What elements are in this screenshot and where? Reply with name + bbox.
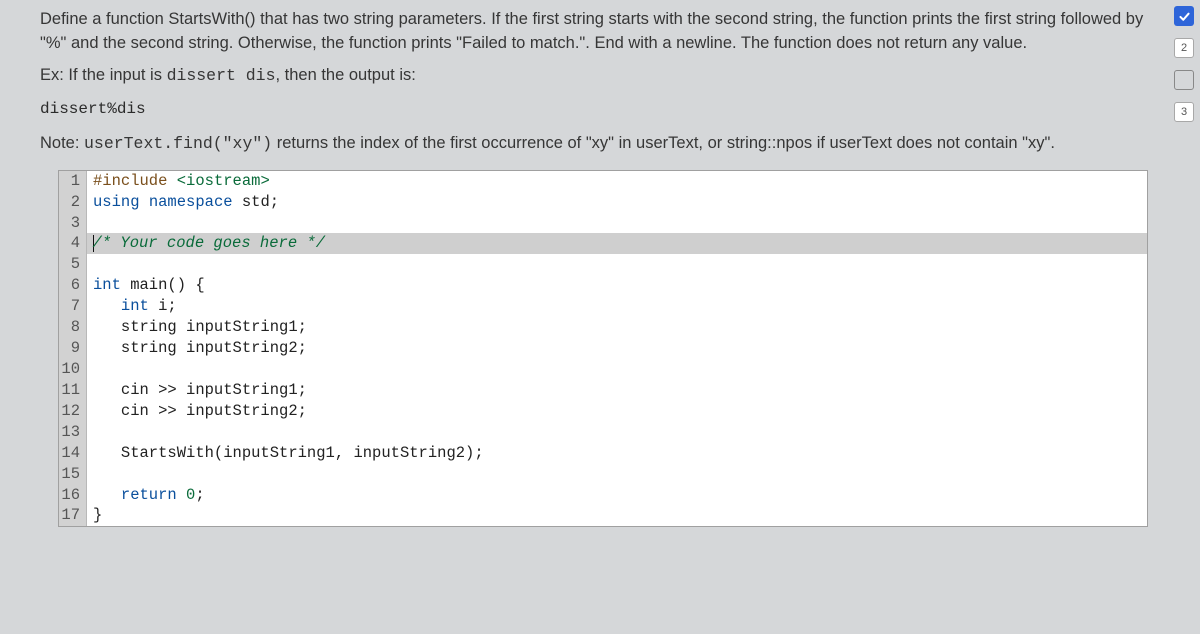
note: Note: userText.find("xy") returns the in… xyxy=(40,132,1152,156)
line-number: 10 xyxy=(59,359,87,380)
code-text[interactable] xyxy=(87,213,1147,234)
code-line[interactable]: 10 xyxy=(59,359,1147,380)
sidebar: 2 3 xyxy=(1168,0,1200,634)
line-number: 5 xyxy=(59,254,87,275)
code-text[interactable]: int i; xyxy=(87,296,1147,317)
line-number: 8 xyxy=(59,317,87,338)
line-number: 6 xyxy=(59,275,87,296)
step-badge-3[interactable]: 3 xyxy=(1174,102,1194,122)
main-content: Define a function StartsWith() that has … xyxy=(0,0,1168,634)
code-line[interactable]: 7 int i; xyxy=(59,296,1147,317)
code-line[interactable]: 17} xyxy=(59,505,1147,526)
code-text[interactable]: return 0; xyxy=(87,485,1147,506)
line-number: 15 xyxy=(59,464,87,485)
line-number: 13 xyxy=(59,422,87,443)
code-text[interactable]: int main() { xyxy=(87,275,1147,296)
code-text[interactable]: cin >> inputString2; xyxy=(87,401,1147,422)
problem-description: Define a function StartsWith() that has … xyxy=(40,8,1152,88)
code-editor[interactable]: 1#include <iostream>2using namespace std… xyxy=(58,170,1148,528)
code-line[interactable]: 12 cin >> inputString2; xyxy=(59,401,1147,422)
code-text[interactable]: #include <iostream> xyxy=(87,171,1147,192)
line-number: 9 xyxy=(59,338,87,359)
step-badge-outline[interactable] xyxy=(1174,70,1194,90)
step-badge-2[interactable]: 2 xyxy=(1174,38,1194,58)
code-line[interactable]: 9 string inputString2; xyxy=(59,338,1147,359)
code-text[interactable] xyxy=(87,359,1147,380)
code-line[interactable]: 2using namespace std; xyxy=(59,192,1147,213)
line-number: 1 xyxy=(59,171,87,192)
line-number: 17 xyxy=(59,505,87,526)
line-number: 16 xyxy=(59,485,87,506)
code-line[interactable]: 13 xyxy=(59,422,1147,443)
example-output: dissert%dis xyxy=(40,100,1152,118)
example-input: dissert dis xyxy=(167,66,276,85)
code-line[interactable]: 6int main() { xyxy=(59,275,1147,296)
line-number: 11 xyxy=(59,380,87,401)
code-text[interactable] xyxy=(87,254,1147,275)
code-text[interactable]: /* Your code goes here */ xyxy=(87,233,1147,254)
code-line[interactable]: 14 StartsWith(inputString1, inputString2… xyxy=(59,443,1147,464)
code-text[interactable]: StartsWith(inputString1, inputString2); xyxy=(87,443,1147,464)
code-line[interactable]: 4/* Your code goes here */ xyxy=(59,233,1147,254)
line-number: 7 xyxy=(59,296,87,317)
example-line: Ex: If the input is dissert dis, then th… xyxy=(40,64,1152,88)
line-number: 12 xyxy=(59,401,87,422)
code-line[interactable]: 11 cin >> inputString1; xyxy=(59,380,1147,401)
code-text[interactable] xyxy=(87,422,1147,443)
code-text[interactable] xyxy=(87,464,1147,485)
line-number: 14 xyxy=(59,443,87,464)
code-text[interactable]: string inputString1; xyxy=(87,317,1147,338)
line-number: 2 xyxy=(59,192,87,213)
description-text: Define a function StartsWith() that has … xyxy=(40,8,1152,56)
line-number: 4 xyxy=(59,233,87,254)
line-number: 3 xyxy=(59,213,87,234)
code-line[interactable]: 16 return 0; xyxy=(59,485,1147,506)
note-code: userText.find("xy") xyxy=(84,134,272,153)
code-line[interactable]: 15 xyxy=(59,464,1147,485)
code-text[interactable]: using namespace std; xyxy=(87,192,1147,213)
code-line[interactable]: 5 xyxy=(59,254,1147,275)
code-line[interactable]: 1#include <iostream> xyxy=(59,171,1147,192)
checkmark-icon[interactable] xyxy=(1174,6,1194,26)
code-text[interactable]: string inputString2; xyxy=(87,338,1147,359)
code-line[interactable]: 3 xyxy=(59,213,1147,234)
code-text[interactable]: } xyxy=(87,505,1147,526)
code-line[interactable]: 8 string inputString1; xyxy=(59,317,1147,338)
code-text[interactable]: cin >> inputString1; xyxy=(87,380,1147,401)
